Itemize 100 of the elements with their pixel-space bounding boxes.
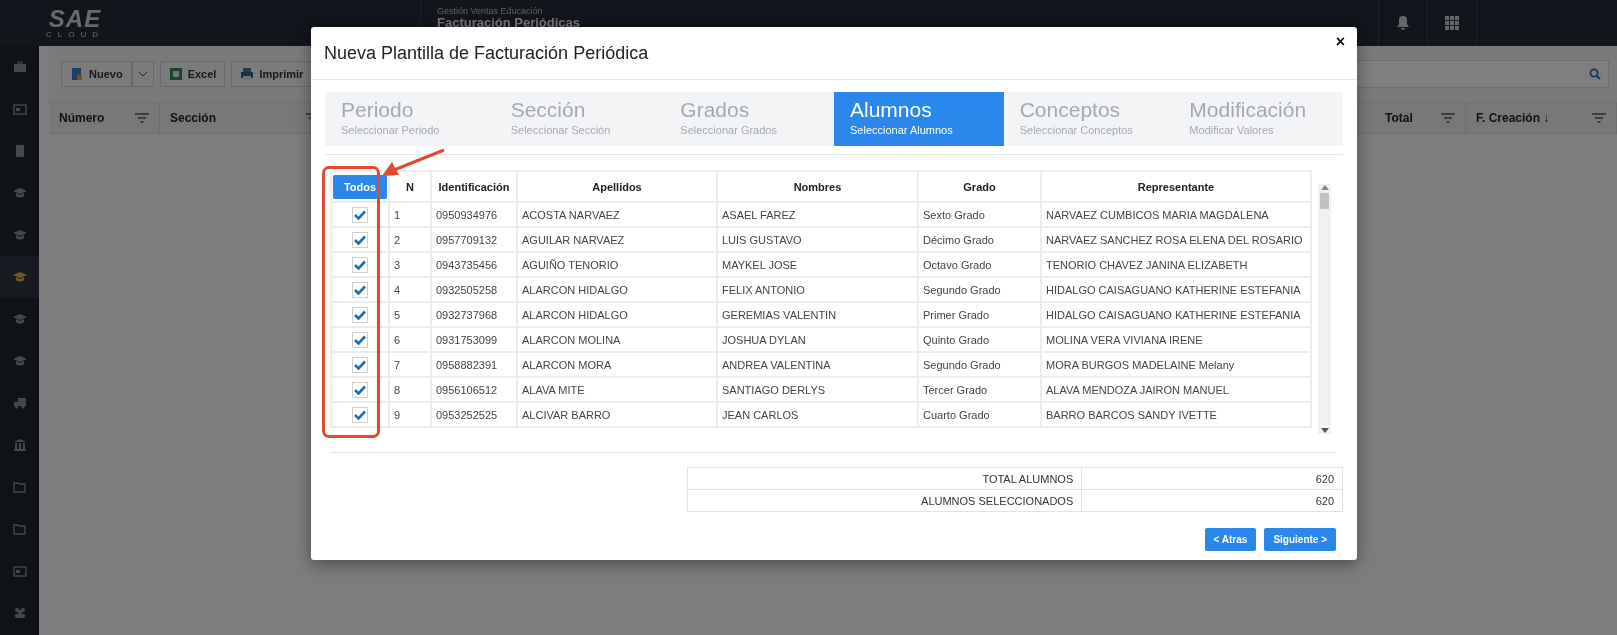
table-cell: AGUIÑO TENORIO (517, 252, 717, 277)
checkbox[interactable] (352, 281, 368, 298)
spreadsheet-icon (168, 67, 183, 81)
table-cell: 0950934976 (431, 202, 517, 227)
table-cell: MOLINA VERA VIVIANA IRENE (1041, 327, 1311, 352)
table-cell: 0957709132 (431, 227, 517, 252)
dialog-title: Nueva Plantilla de Facturación Periódica (324, 42, 649, 64)
column-header: Representante (1041, 171, 1311, 202)
graduation-cap-icon (12, 186, 27, 200)
graduation-cap-icon (12, 270, 27, 284)
table-cell: 9 (389, 402, 431, 427)
table-cell: Cuarto Grado (918, 402, 1041, 427)
table-cell: 1 (389, 202, 431, 227)
scrollbar[interactable] (1318, 184, 1331, 434)
table-cell: ALARCON HIDALGO (517, 302, 717, 327)
table-cell: Quinto Grado (918, 327, 1041, 352)
module-name: Gestión Ventas Educación (437, 6, 544, 16)
scroll-up-icon[interactable] (1320, 184, 1329, 190)
truck-icon (12, 396, 27, 410)
checkbox[interactable] (352, 256, 368, 273)
column-header: Identificación (431, 171, 517, 202)
scroll-down-icon[interactable] (1320, 428, 1329, 434)
table-cell: AGUILAR NARVAEZ (517, 227, 717, 252)
table-cell: JEAN CARLOS (717, 402, 918, 427)
table-cell: TENORIO CHAVEZ JANINA ELIZABETH (1041, 252, 1311, 277)
nav-button[interactable]: < Atras (1204, 528, 1257, 551)
filter-icon[interactable] (1592, 113, 1606, 123)
table-cell: ALAVA MENDOZA JAIRON MANUEL (1041, 377, 1311, 402)
wizard-step[interactable]: Alumnos Seleccionar Alumnos (834, 92, 1004, 146)
nav-button[interactable]: Siguiente > (1264, 528, 1336, 551)
table-cell: ACOSTA NARVAEZ (517, 202, 717, 227)
toolbar-button[interactable]: Excel (159, 61, 226, 87)
wizard-step[interactable]: Conceptos Seleccionar Conceptos (1003, 92, 1174, 146)
column-header[interactable]: F. Creación ↓ (1476, 111, 1550, 125)
checkbox[interactable] (352, 356, 368, 373)
graduation-cap-icon (12, 354, 27, 368)
table-cell: 0932505258 (431, 277, 517, 302)
table-cell: 4 (389, 277, 431, 302)
table-cell: NARVAEZ CUMBICOS MARIA MAGDALENA (1041, 202, 1311, 227)
column-header[interactable]: Sección (170, 111, 217, 125)
table-cell: MAYKEL JOSE (717, 252, 918, 277)
sidebar-item[interactable] (0, 256, 39, 298)
table-cell: Tercer Grado (918, 377, 1041, 402)
checkbox[interactable] (352, 206, 368, 223)
table-cell: 0932737968 (431, 302, 517, 327)
table-cell: 0956106512 (431, 377, 517, 402)
table-cell: LUIS GUSTAVO (717, 227, 918, 252)
table-cell: ALARCON HIDALGO (517, 277, 717, 302)
table-cell: 6 (389, 327, 431, 352)
document-icon (70, 67, 84, 81)
table-cell: 0958882391 (431, 352, 517, 377)
checkbox[interactable] (352, 231, 368, 248)
column-header[interactable]: Total (1385, 111, 1413, 125)
id-card-icon (12, 564, 27, 578)
wizard-step[interactable]: Sección Seleccionar Sección (494, 92, 665, 146)
table-cell: NARVAEZ SANCHEZ ROSA ELENA DEL ROSARIO (1041, 227, 1311, 252)
table-cell: Octavo Grado (918, 252, 1041, 277)
checkbox[interactable] (352, 331, 368, 348)
table-cell: Segundo Grado (918, 352, 1041, 377)
graduation-cap-icon (12, 312, 27, 326)
table-cell: ANDREA VALENTINA (717, 352, 918, 377)
logo: SAE CLOUD (45, 7, 105, 39)
toolbar-button[interactable]: Imprimir (231, 61, 313, 87)
scroll-thumb[interactable] (1320, 193, 1329, 209)
checkbox[interactable] (352, 381, 368, 398)
table-cell: ASAEL FAREZ (717, 202, 918, 227)
table-cell: JOSHUA DYLAN (717, 327, 918, 352)
table-cell: Sexto Grado (918, 202, 1041, 227)
id-card-icon (12, 102, 27, 116)
table-cell: SANTIAGO DERLYS (717, 377, 918, 402)
table-cell: HIDALGO CAISAGUANO KATHERINE ESTEFANIA (1041, 277, 1311, 302)
bank-icon (12, 438, 27, 452)
graduation-cap-icon (12, 228, 27, 242)
briefcase-icon (12, 60, 27, 74)
filter-icon[interactable] (135, 113, 149, 123)
wizard-step[interactable]: Grados Seleccionar Grados (664, 92, 834, 146)
column-header: Grado (918, 171, 1041, 202)
table-cell: ALAVA MITE (517, 377, 717, 402)
table-cell: Décimo Grado (918, 227, 1041, 252)
checkbox[interactable] (352, 406, 368, 423)
dropdown-button[interactable] (131, 61, 154, 87)
close-button[interactable]: × (1335, 33, 1345, 51)
checkbox[interactable] (352, 306, 368, 323)
folder-icon (12, 522, 27, 536)
column-header: Nombres (717, 171, 918, 202)
wizard-step[interactable]: Periodo Seleccionar Periodo (325, 92, 495, 146)
summary-value: 620 (1081, 467, 1343, 490)
toolbar-button[interactable]: Nuevo (61, 61, 132, 87)
wizard-step[interactable]: Modificación Modificar Valores (1173, 92, 1344, 146)
column-header[interactable]: Número (59, 111, 105, 125)
column-header: N (389, 171, 431, 202)
table-cell: 8 (389, 377, 431, 402)
table-cell: Segundo Grado (918, 277, 1041, 302)
caret-icon (138, 71, 147, 77)
filter-icon[interactable] (1441, 113, 1455, 123)
table-cell: 3 (389, 252, 431, 277)
table-cell: 0931753099 (431, 327, 517, 352)
table-cell: ALCIVAR BARRO (517, 402, 717, 427)
select-all-button[interactable]: Todos (333, 174, 387, 199)
table-cell: MORA BURGOS MADELAINE Melany (1041, 352, 1311, 377)
